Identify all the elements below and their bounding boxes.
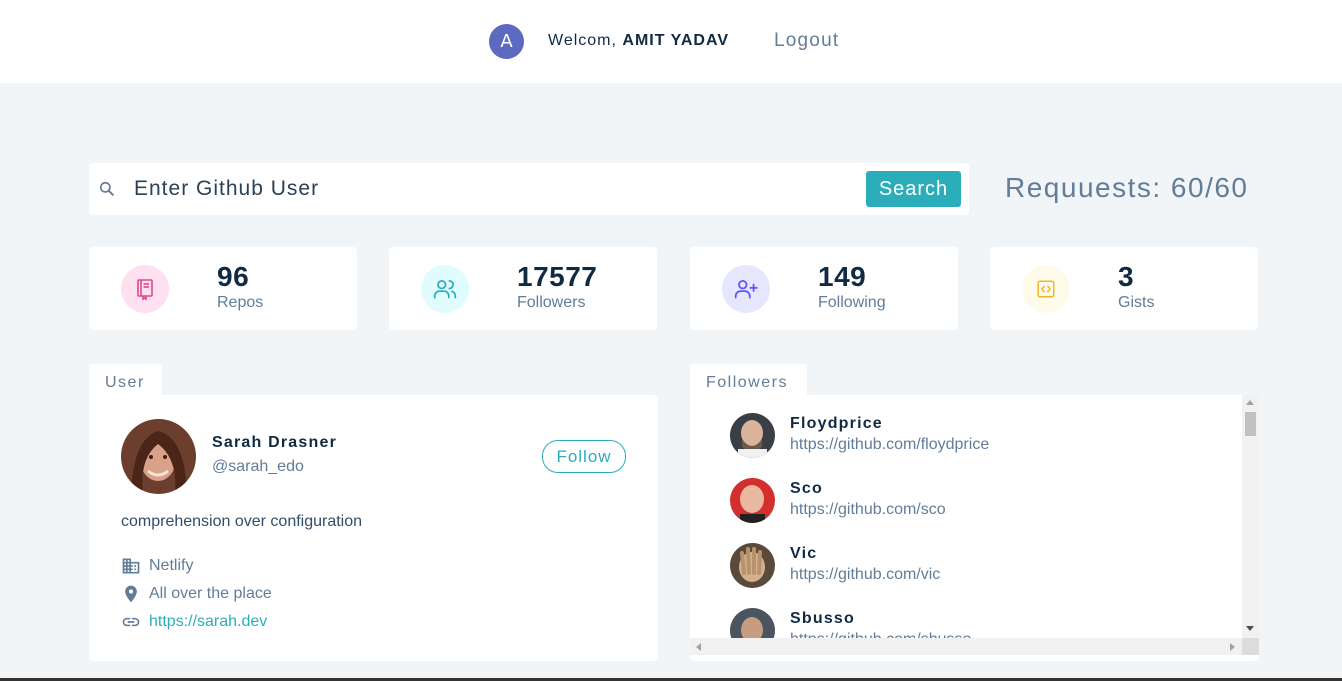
link-icon (122, 617, 140, 627)
follower-name: Sco (790, 480, 823, 497)
search-button[interactable]: Search (866, 171, 961, 207)
location-text: All over the place (149, 585, 272, 602)
top-nav: A Welcom, AMIT YADAV Logout (0, 0, 1342, 83)
welcome-prefix: Welcom, (548, 32, 617, 49)
user-avatar (121, 419, 196, 494)
follower-avatar (730, 543, 775, 588)
followers-card: Floydprice https://github.com/floydprice… (690, 395, 1259, 661)
following-count: 149 (818, 261, 867, 292)
logged-in-user-name: AMIT YADAV (622, 32, 729, 49)
welcome-text: Welcom, AMIT YADAV (548, 32, 729, 50)
search-form: Search (89, 163, 969, 215)
tab-user: User (89, 364, 162, 396)
followers-label: Followers (517, 294, 586, 311)
building-icon (122, 558, 140, 574)
follower-name: Vic (790, 545, 818, 562)
follow-button[interactable]: Follow (542, 440, 626, 473)
blog-link[interactable]: https://sarah.dev (149, 613, 267, 631)
horizontal-scrollbar[interactable] (690, 638, 1242, 655)
stat-card-gists: 3 Gists (990, 247, 1258, 330)
scrollbar-corner (1242, 638, 1259, 655)
repos-count: 96 (217, 261, 250, 292)
following-label: Following (818, 294, 886, 311)
follower-name: Floydprice (790, 415, 883, 432)
follower-url[interactable]: https://github.com/vic (790, 566, 940, 584)
follower-avatar (730, 478, 775, 523)
vertical-scrollbar[interactable] (1242, 395, 1259, 638)
list-item[interactable]: Floydprice https://github.com/floydprice (730, 409, 1210, 459)
code-icon (1022, 265, 1070, 313)
repos-label: Repos (217, 294, 264, 311)
scroll-up-icon[interactable] (1246, 400, 1254, 405)
follower-url[interactable]: https://github.com/floydprice (790, 436, 989, 454)
search-icon (99, 181, 114, 196)
follower-url[interactable]: https://github.com/sco (790, 501, 946, 519)
gists-label: Gists (1118, 294, 1155, 311)
list-item[interactable]: Vic https://github.com/vic (730, 539, 1210, 589)
followers-count: 17577 (517, 261, 598, 292)
users-icon (421, 265, 469, 313)
scroll-left-icon[interactable] (696, 643, 701, 651)
company-row: Netlify (121, 555, 193, 577)
location-row: All over the place (121, 583, 272, 605)
user-handle: @sarah_edo (212, 458, 304, 475)
user-name: Sarah Drasner (212, 434, 337, 451)
scrollbar-thumb[interactable] (1245, 412, 1256, 436)
scroll-down-icon[interactable] (1246, 626, 1254, 631)
user-card: Sarah Drasner @sarah_edo Follow comprehe… (89, 395, 658, 661)
search-input[interactable] (134, 173, 834, 205)
tab-followers: Followers (690, 364, 807, 396)
gists-count: 3 (1118, 261, 1135, 292)
stat-card-followers: 17577 Followers (389, 247, 657, 330)
user-plus-icon (722, 265, 770, 313)
user-bio: comprehension over configuration (121, 513, 363, 530)
blog-row: https://sarah.dev (121, 611, 267, 633)
logout-button[interactable]: Logout (774, 30, 839, 52)
book-icon (121, 265, 169, 313)
scroll-right-icon[interactable] (1230, 643, 1235, 651)
requests-counter: Requuests: 60/60 (1005, 172, 1249, 203)
list-item[interactable]: Sco https://github.com/sco (730, 474, 1210, 524)
follower-name: Sbusso (790, 610, 855, 627)
company-text: Netlify (149, 557, 194, 574)
avatar[interactable]: A (489, 24, 524, 59)
stat-card-repos: 96 Repos (89, 247, 357, 330)
map-pin-icon (125, 585, 137, 603)
follower-avatar (730, 413, 775, 458)
stat-card-following: 149 Following (690, 247, 958, 330)
